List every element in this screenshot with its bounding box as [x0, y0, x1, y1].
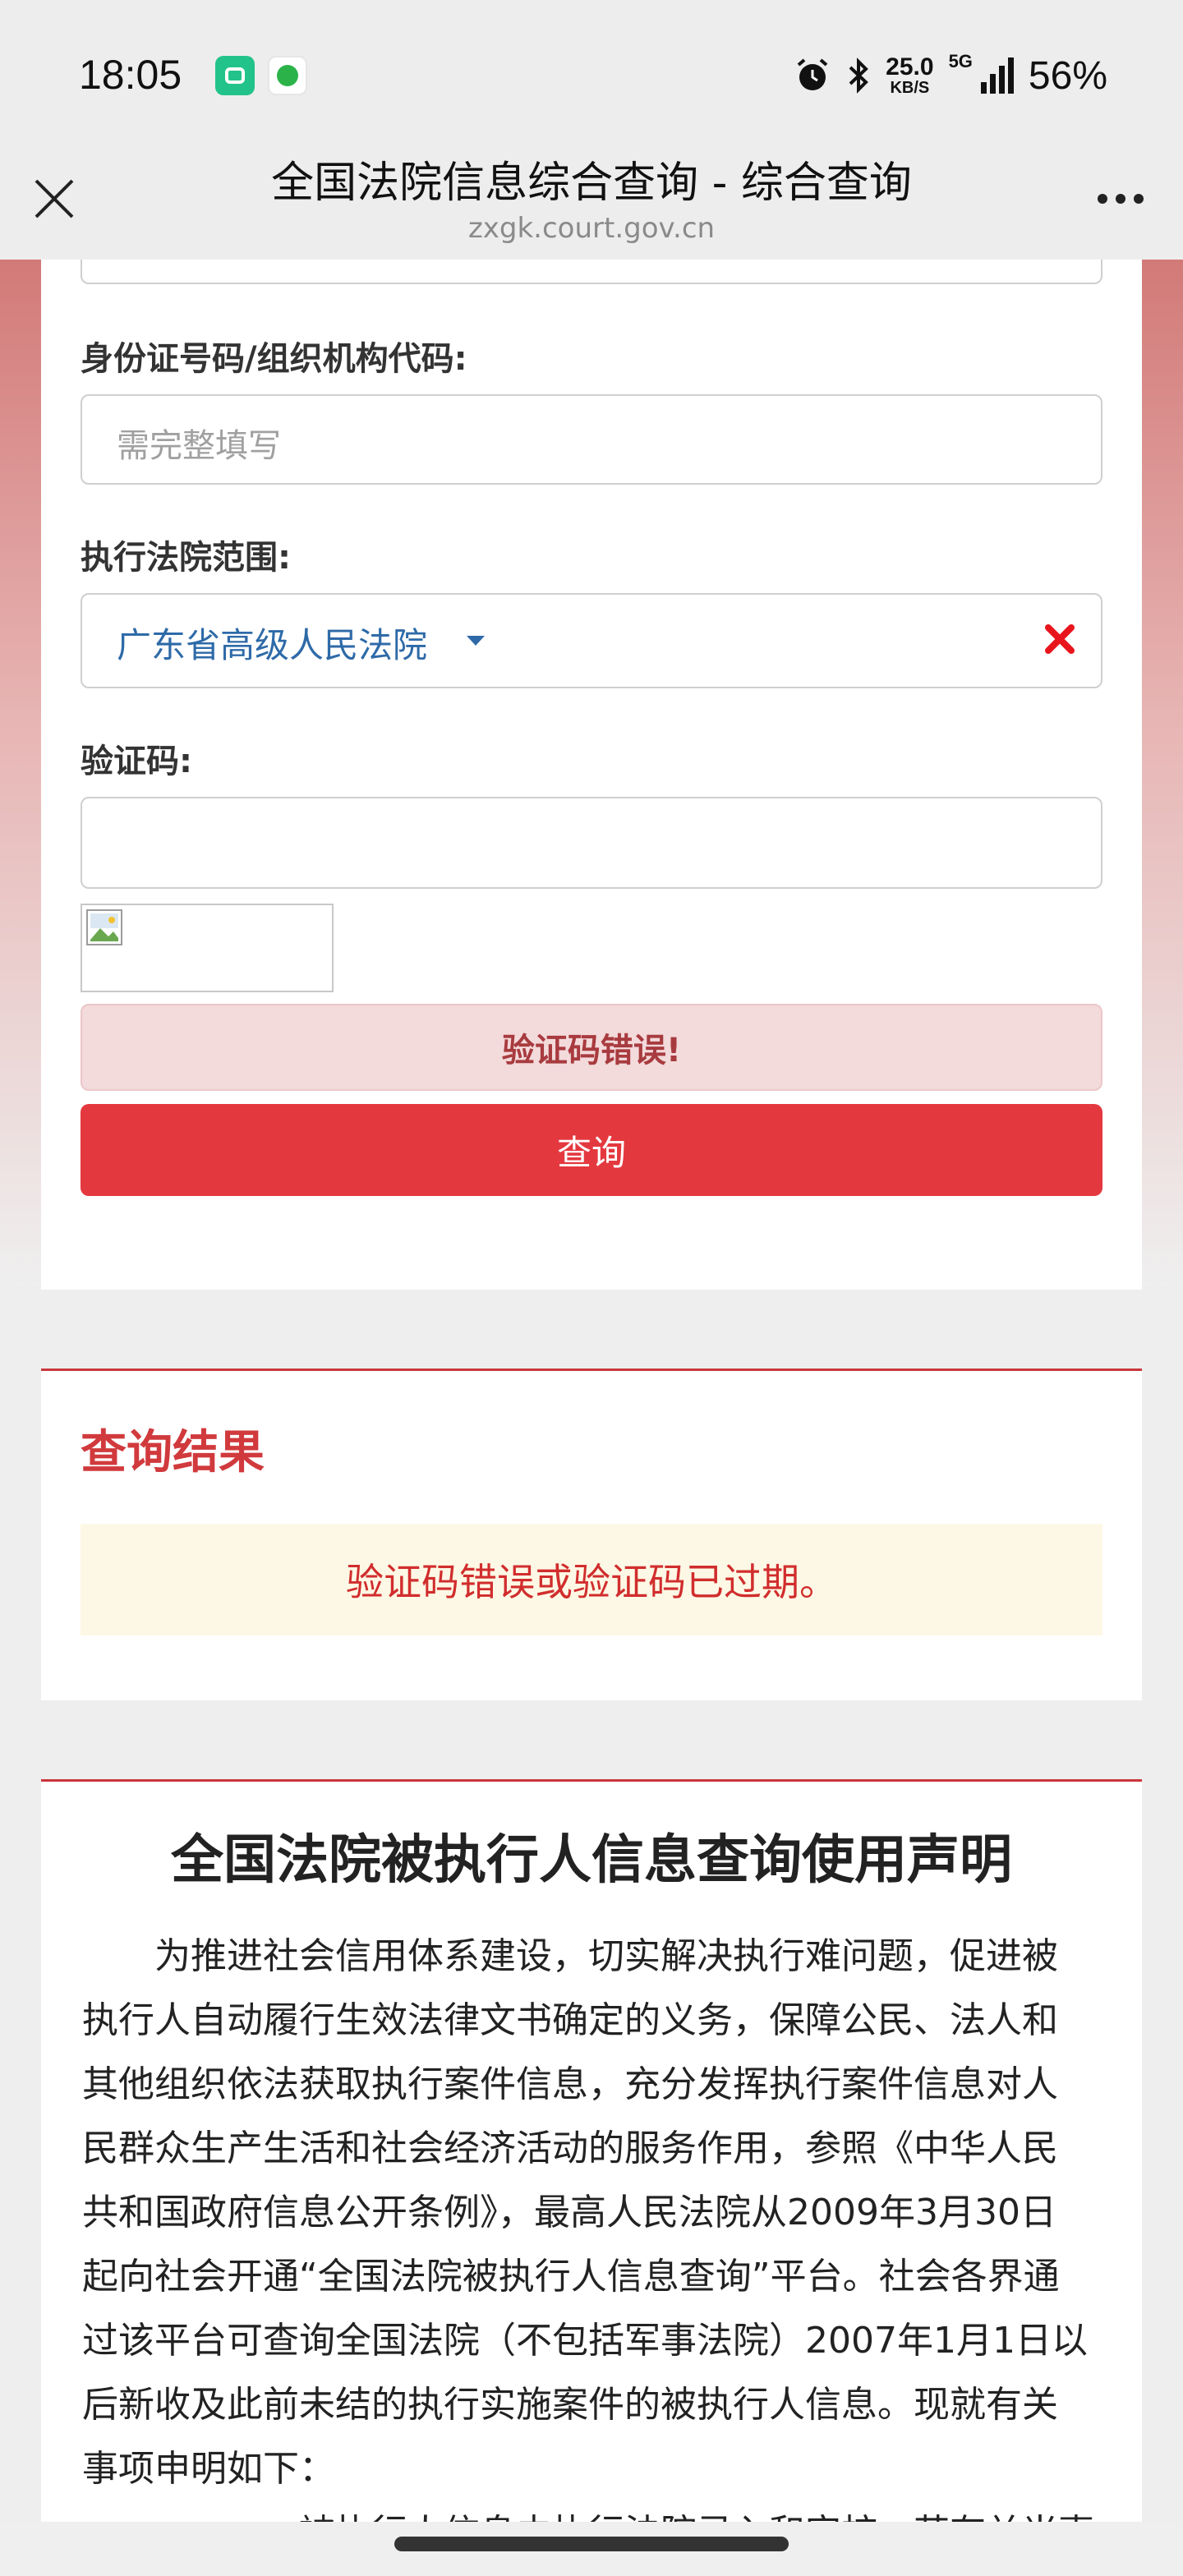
declaration-line: 后新收及此前未结的执行实施案件的被执行人信息。现就有关 [82, 2384, 1058, 2426]
status-icons: 25.0 KB/S 5G 56% [794, 51, 1107, 100]
page-content: 身份证号码/组织机构代码: 需完整填写 执行法院范围: 广东省高级人民法院 验证… [0, 260, 1183, 2576]
net-speed: 25.0 KB/S [886, 53, 934, 97]
app-notification-icon [215, 56, 255, 95]
declaration-line: 执行人自动履行生效法律文书确定的义务，保障公民、法人和 [82, 1999, 1058, 2041]
home-indicator[interactable] [394, 2537, 789, 2551]
declaration-line: 过该平台可查询全国法院（不包括军事法院）2007年1月1日以 [82, 2320, 1088, 2362]
id-label: 身份证号码/组织机构代码: [81, 340, 467, 378]
query-form: 身份证号码/组织机构代码: 需完整填写 执行法院范围: 广东省高级人民法院 验证… [41, 260, 1142, 1290]
chat-notification-icon [268, 56, 307, 95]
broken-image-icon [86, 909, 122, 945]
declaration-line: 共和国政府信息公开条例》，最高人民法院从2009年3月30日 [82, 2192, 1056, 2233]
captcha-label: 验证码: [81, 743, 192, 780]
court-label: 执行法院范围: [81, 539, 291, 577]
signal-icon [980, 58, 1014, 94]
declaration-line: 事项申明如下： [82, 2448, 335, 2490]
declaration-line: 其他组织依法获取执行案件信息，充分发挥执行案件信息对人 [82, 2063, 1058, 2105]
bluetooth-icon [849, 58, 869, 94]
court-select-value: 广东省高级人民法院 [117, 625, 428, 665]
query-result-card: 查询结果 验证码错误或验证码已过期。 [41, 1368, 1142, 1700]
captcha-image[interactable] [81, 904, 334, 992]
declaration-line: 为推进社会信用体系建设，切实解决执行难问题，促进被 [154, 1935, 1058, 1977]
network-type: 5G [948, 51, 973, 71]
alarm-icon [797, 58, 828, 90]
battery-percent: 56% [1028, 53, 1107, 98]
name-input[interactable] [81, 260, 1102, 284]
id-placeholder: 需完整填写 [117, 427, 281, 465]
page-title: 全国法院信息综合查询 - 综合查询 [271, 159, 912, 208]
id-input[interactable]: 需完整填写 [81, 394, 1102, 485]
status-time: 18:05 [79, 52, 182, 98]
status-bar: 18:05 25.0 KB/S 5G 56% [0, 0, 1183, 148]
clear-icon[interactable] [1042, 621, 1078, 657]
declaration-line: 起向社会开通“全国法院被执行人信息查询”平台。社会各界通 [82, 2256, 1060, 2298]
more-options-icon[interactable] [1098, 194, 1144, 204]
captcha-input[interactable] [81, 797, 1102, 889]
result-title: 查询结果 [81, 1426, 265, 1479]
declaration-card: 全国法院被执行人信息查询使用声明 为推进社会信用体系建设，切实解决执行难问题，促… [41, 1779, 1142, 2576]
page-url: zxgk.court.gov.cn [467, 212, 716, 245]
browser-title-bar: 全国法院信息综合查询 - 综合查询 zxgk.court.gov.cn [0, 148, 1183, 260]
query-button[interactable]: 查询 [81, 1104, 1102, 1196]
declaration-line: 民群众生产生活和社会经济活动的服务作用，参照《中华人民 [82, 2128, 1058, 2169]
declaration-body: 为推进社会信用体系建设，切实解决执行难问题，促进被 执行人自动履行生效法律文书确… [82, 1925, 1101, 2534]
result-message: 验证码错误或验证码已过期。 [81, 1524, 1102, 1635]
captcha-error-alert: 验证码错误! [81, 1004, 1102, 1091]
chevron-down-icon [467, 636, 485, 646]
court-select[interactable]: 广东省高级人民法院 [81, 593, 1102, 688]
declaration-title: 全国法院被执行人信息查询使用声明 [171, 1830, 1012, 1891]
